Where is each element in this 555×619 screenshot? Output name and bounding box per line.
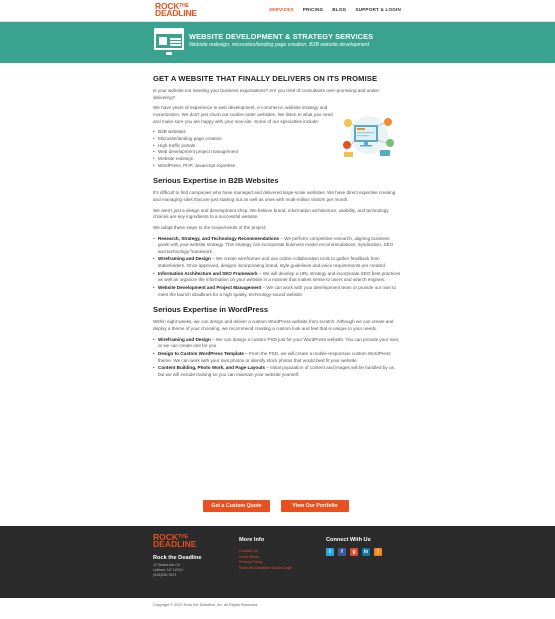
phone-number: (518)250-9571 <box>153 572 177 577</box>
footer-logo[interactable]: ROCKTHE DEADLINE <box>153 533 197 549</box>
footer: ROCKTHE DEADLINE Rock the Deadline 12 Sh… <box>0 526 555 598</box>
connect-heading: Connect With Us <box>326 537 371 543</box>
list-item: Wireframing and Design – We create wiref… <box>153 256 401 269</box>
list-item: Website Development and Project Manageme… <box>153 285 401 298</box>
list-item: Content Building, Photo Work, and Page L… <box>153 365 401 378</box>
page-title: GET A WEBSITE THAT FINALLY DELIVERS ON I… <box>153 74 378 83</box>
list-item: Design to Custom WordPress Template – Fr… <box>153 351 401 364</box>
step-title: Content Building, Photo Work, and Page L… <box>158 365 266 371</box>
list-item: Information Architecture and SEO Framewo… <box>153 271 401 284</box>
b2b-paragraph-2: We aren't just a design and development … <box>153 207 389 220</box>
footer-link-studio-login[interactable]: Rock the Deadline Studio Login <box>239 566 292 572</box>
nav-pricing[interactable]: PRICING <box>303 7 324 14</box>
wordpress-paragraph: Within eight weeks, we can design and de… <box>153 319 394 332</box>
footer-links: Contact Us In the News Privacy Policy Ro… <box>239 549 292 572</box>
b2b-paragraph-1: It's difficult to find companies who hav… <box>153 190 396 202</box>
step-title: Wireframing and Design <box>158 256 211 262</box>
custom-quote-button[interactable]: Get a Custom Quote <box>203 500 270 512</box>
section-heading-b2b: Serious Expertise in B2B Websites <box>153 176 279 186</box>
hero-banner: WEBSITE DEVELOPMENT & STRATEGY SERVICES … <box>0 22 555 63</box>
step-title: Wireframing and Design <box>158 336 211 342</box>
wordpress-steps-list: Wireframing and Design – We can design a… <box>153 337 401 379</box>
monitor-stand <box>166 52 172 55</box>
footer-company-name: Rock the Deadline <box>153 555 202 561</box>
linkedin-icon[interactable]: in <box>362 548 370 556</box>
twitter-icon[interactable]: t <box>326 548 334 556</box>
nav-support-login[interactable]: SUPPORT & LOGIN <box>355 7 401 14</box>
logo[interactable]: ROCKTHE DEADLINE <box>155 2 197 18</box>
cta-row: Get a Custom Quote View Our Portfolio <box>203 500 349 512</box>
steps-list: Research, Strategy, and Technology Recom… <box>153 236 401 299</box>
list-item: Research, Strategy, and Technology Recom… <box>153 236 401 256</box>
logo-line2: DEADLINE <box>155 8 197 18</box>
google-plus-icon[interactable]: g <box>350 548 358 556</box>
address-line: Latham, NY 12110 <box>153 567 183 572</box>
copyright-text: Copyright © 2010 Rock the Deadline, Inc.… <box>153 603 259 607</box>
step-title: Design to Custom WordPress Template <box>158 351 244 357</box>
more-info-heading: More Info <box>239 537 265 543</box>
section-heading-wordpress: Serious Expertise in WordPress <box>153 305 269 315</box>
step-title: Website Development and Project Manageme… <box>158 285 262 291</box>
web-strategy-illustration <box>343 116 394 157</box>
social-icons: t f g in ) <box>326 548 382 556</box>
step-title: Information Architecture and SEO Framewo… <box>158 270 258 276</box>
experience-paragraph: We have years of experience in web devel… <box>153 105 333 124</box>
footer-address: 12 Shamrock Cir Latham, NY 12110 (518)25… <box>153 563 183 578</box>
hero-subtitle: Website redesign, microsites/landing pag… <box>189 42 370 48</box>
step-title: Research, Strategy, and Technology Recom… <box>158 235 280 241</box>
logo-line2: DEADLINE <box>153 539 197 549</box>
facebook-icon[interactable]: f <box>338 548 346 556</box>
header: ROCKTHE DEADLINE SERVICES PRICING BLOG S… <box>0 0 555 22</box>
b2b-paragraph-3: We adapt these steps to the scope/needs … <box>153 224 267 230</box>
portfolio-button[interactable]: View Our Portfolio <box>281 500 349 512</box>
nav-services[interactable]: SERVICES <box>269 7 294 14</box>
monitor-icon <box>154 28 184 50</box>
intro-paragraph: Is your website not meeting your busines… <box>153 88 381 100</box>
list-item: WordPress, PHP, Javascript expertise <box>153 163 401 170</box>
nav-blog[interactable]: BLOG <box>332 7 346 14</box>
main-nav: SERVICES PRICING BLOG SUPPORT & LOGIN <box>269 7 401 14</box>
rss-icon[interactable]: ) <box>374 548 382 556</box>
list-item: Wireframing and Design – We can design a… <box>153 337 401 350</box>
